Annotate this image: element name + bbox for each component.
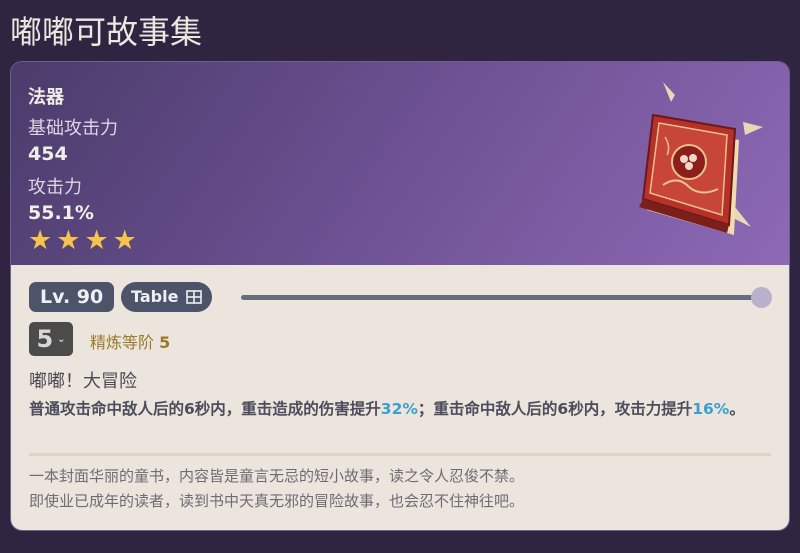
refinement-value: 5 xyxy=(36,325,54,353)
star-icon: ★ xyxy=(84,225,109,256)
table-button-label: Table xyxy=(131,287,179,306)
star-icon: ★ xyxy=(28,225,53,256)
passive-name: 嘟嘟！大冒险 xyxy=(29,371,137,392)
star-icon: ★ xyxy=(56,225,81,256)
passive-desc-highlight: 16% xyxy=(692,400,730,418)
passive-description: 普通攻击命中敌人后的6秒内，重击造成的伤害提升32%；重击命中敌人后的6秒内，攻… xyxy=(29,396,769,422)
refinement-select[interactable]: 5 ⌄ xyxy=(29,322,73,356)
sub-stat-value: 55.1% xyxy=(28,202,94,224)
base-atk-label: 基础攻击力 xyxy=(28,118,118,139)
chevron-down-icon: ⌄ xyxy=(57,333,66,345)
passive-desc-highlight: 32% xyxy=(380,400,418,418)
weapon-type: 法器 xyxy=(28,87,64,108)
level-badge[interactable]: Lv. 90 xyxy=(29,282,115,312)
table-button[interactable]: Table xyxy=(121,282,213,312)
level-slider-track[interactable] xyxy=(241,295,761,300)
refinement-label: 精炼等阶 5 xyxy=(90,329,170,353)
weapon-card: 法器 基础攻击力 454 攻击力 55.1% ★ ★ ★ ★ Lv. 90 Ta… xyxy=(10,61,790,531)
passive-desc-text: 普通攻击命中敌人后的6秒内，重击造成的伤害提升 xyxy=(29,400,381,418)
refinement-label-text: 精炼等阶 xyxy=(90,333,155,352)
weapon-header: 法器 基础攻击力 454 攻击力 55.1% ★ ★ ★ ★ xyxy=(11,62,789,265)
flavor-line: 一本封面华丽的童书，内容皆是童言无忌的短小故事，读之令人忍俊不禁。 xyxy=(29,467,525,485)
page-title: 嘟嘟可故事集 xyxy=(10,13,203,51)
divider xyxy=(29,453,771,456)
flavor-text: 一本封面华丽的童书，内容皆是童言无忌的短小故事，读之令人忍俊不禁。 即使业已成年… xyxy=(29,464,769,514)
book-catalyst-icon xyxy=(639,82,763,235)
weapon-details: Lv. 90 Table 5 ⌄ 精炼等阶 5 嘟嘟！大冒险 普通攻击命中敌人后… xyxy=(11,265,789,530)
star-icon: ★ xyxy=(112,225,137,256)
passive-desc-text: ；重击命中敌人后的6秒内，攻击力提升 xyxy=(417,400,693,418)
sub-stat-label: 攻击力 xyxy=(28,177,82,198)
passive-desc-text: 。 xyxy=(729,400,745,418)
base-atk-value: 454 xyxy=(28,143,68,165)
table-icon xyxy=(186,290,203,304)
rarity-stars: ★ ★ ★ ★ xyxy=(28,227,137,255)
flavor-line: 即使业已成年的读者，读到书中天真无邪的冒险故事，也会忍不住神往吧。 xyxy=(29,492,525,510)
refinement-level: 5 xyxy=(159,333,171,352)
level-slider-thumb[interactable] xyxy=(751,287,772,308)
